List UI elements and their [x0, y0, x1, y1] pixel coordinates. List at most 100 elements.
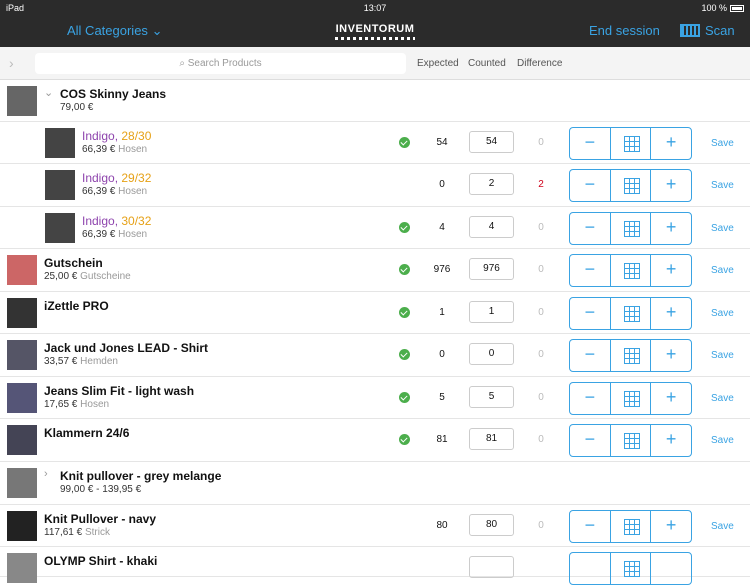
list-item[interactable]: Knit Pullover - navy 117,61 € Strick 80 80 0… [0, 505, 750, 547]
product-price: 33,57 € Hemden [44, 356, 118, 367]
minus-button[interactable]: − [570, 340, 611, 371]
quantity-stepper[interactable]: − + [569, 254, 692, 287]
counted-input[interactable]: 1 [469, 301, 514, 323]
keypad-button[interactable] [611, 340, 652, 371]
quantity-stepper[interactable]: − + [569, 169, 692, 202]
quantity-stepper[interactable]: − + [569, 382, 692, 415]
counted-input[interactable]: 4 [469, 216, 514, 238]
chevron-right-icon[interactable]: › [44, 468, 48, 480]
minus-button[interactable]: − [570, 511, 611, 542]
minus-button[interactable]: − [570, 425, 611, 456]
checkmark-icon [399, 392, 410, 403]
logo-barcode-icon [335, 37, 415, 40]
plus-button[interactable]: + [651, 383, 691, 414]
save-button[interactable]: Save [711, 393, 734, 404]
product-thumbnail [7, 553, 37, 583]
save-button[interactable]: Save [711, 265, 734, 276]
list-item[interactable]: Jack und Jones LEAD - Shirt 33,57 € Hemde… [0, 334, 750, 377]
expected-value: 81 [436, 434, 448, 445]
list-item[interactable]: OLYMP Shirt - khaki [0, 547, 750, 585]
counted-input[interactable]: 0 [469, 343, 514, 365]
plus-button[interactable]: + [651, 255, 691, 286]
quantity-stepper[interactable]: − + [569, 339, 692, 372]
product-name: Klammern 24/6 [44, 426, 130, 440]
difference-value: 0 [538, 349, 544, 360]
list-item[interactable]: iZettle PRO 1 1 0− + Save [0, 292, 750, 334]
keypad-button[interactable] [611, 213, 652, 244]
list-item[interactable]: Jeans Slim Fit - light wash 17,65 € Hosen… [0, 377, 750, 419]
quantity-stepper[interactable]: − + [569, 424, 692, 457]
list-item[interactable]: Indigo, 30/32 66,39 € Hosen 4 4 0− + Save [0, 207, 750, 249]
product-thumbnail [7, 468, 37, 498]
plus-button[interactable]: + [651, 213, 691, 244]
save-button[interactable]: Save [711, 350, 734, 361]
plus-button[interactable] [651, 553, 691, 584]
keypad-button[interactable] [611, 255, 652, 286]
save-button[interactable]: Save [711, 308, 734, 319]
quantity-stepper[interactable]: − + [569, 127, 692, 160]
end-session-button[interactable]: End session [589, 23, 660, 38]
top-navigation: All Categories ⌄ INVENTORUM End session … [0, 16, 750, 47]
quantity-stepper[interactable] [569, 552, 692, 585]
save-button[interactable]: Save [711, 180, 734, 191]
difference-value: 2 [538, 179, 544, 190]
keypad-button[interactable] [611, 298, 652, 329]
list-item[interactable]: Gutschein 25,00 € Gutscheine 976 976 0− + Save [0, 249, 750, 292]
keypad-button[interactable] [611, 553, 652, 584]
minus-button[interactable]: − [570, 298, 611, 329]
save-button[interactable]: Save [711, 435, 734, 446]
column-header-counted: Counted [468, 58, 506, 69]
keypad-button[interactable] [611, 383, 652, 414]
plus-button[interactable]: + [651, 128, 691, 159]
list-item[interactable]: Indigo, 29/32 66,39 € Hosen 0 2 2− + Save [0, 164, 750, 207]
list-item[interactable]: Klammern 24/6 81 81 0− + Save [0, 419, 750, 462]
minus-button[interactable]: − [570, 170, 611, 201]
plus-button[interactable]: + [651, 425, 691, 456]
counted-input[interactable]: 54 [469, 131, 514, 153]
categories-dropdown[interactable]: All Categories ⌄ [67, 23, 162, 39]
price: 99,00 € - 139,95 € [60, 484, 142, 495]
minus-button[interactable]: − [570, 383, 611, 414]
quantity-stepper[interactable]: − + [569, 212, 692, 245]
checkmark-icon [399, 137, 410, 148]
variant-size: 28/30 [121, 129, 152, 143]
search-input[interactable]: ⌕ Search Products [35, 53, 406, 74]
chevron-down-icon[interactable]: ⌄ [44, 86, 53, 99]
save-button[interactable]: Save [711, 138, 734, 149]
keypad-button[interactable] [611, 170, 652, 201]
save-button[interactable]: Save [711, 521, 734, 532]
save-button[interactable]: Save [711, 223, 734, 234]
chevron-right-icon[interactable]: › [9, 55, 14, 71]
product-price: 79,00 € [60, 102, 93, 113]
keypad-button[interactable] [611, 128, 652, 159]
counted-input[interactable]: 81 [469, 428, 514, 450]
counted-input[interactable]: 80 [469, 514, 514, 536]
quantity-stepper[interactable]: − + [569, 297, 692, 330]
counted-input[interactable]: 5 [469, 386, 514, 408]
product-category: Hemden [80, 356, 118, 367]
counted-input[interactable] [469, 556, 514, 578]
product-name: Knit Pullover - navy [44, 512, 157, 526]
difference-value: 0 [538, 222, 544, 233]
plus-button[interactable]: + [651, 340, 691, 371]
minus-button[interactable] [570, 553, 611, 584]
list-item[interactable]: ⌄ COS Skinny Jeans 79,00 € [0, 80, 750, 122]
price: 66,39 € [82, 186, 116, 197]
keypad-button[interactable] [611, 511, 652, 542]
list-item[interactable]: Indigo, 28/30 66,39 € Hosen 54 54 0− + Save [0, 122, 750, 164]
minus-button[interactable]: − [570, 128, 611, 159]
minus-button[interactable]: − [570, 255, 611, 286]
keypad-button[interactable] [611, 425, 652, 456]
minus-button[interactable]: − [570, 213, 611, 244]
counted-input[interactable]: 976 [469, 258, 514, 280]
variant-name: Indigo, 28/30 [82, 129, 151, 143]
plus-button[interactable]: + [651, 170, 691, 201]
variant-color: Indigo [82, 214, 115, 228]
quantity-stepper[interactable]: − + [569, 510, 692, 543]
product-thumbnail [7, 511, 37, 541]
plus-button[interactable]: + [651, 511, 691, 542]
list-item[interactable]: › Knit pullover - grey melange 99,00 € - 1… [0, 462, 750, 505]
scan-button[interactable]: Scan [680, 23, 735, 38]
counted-input[interactable]: 2 [469, 173, 514, 195]
plus-button[interactable]: + [651, 298, 691, 329]
